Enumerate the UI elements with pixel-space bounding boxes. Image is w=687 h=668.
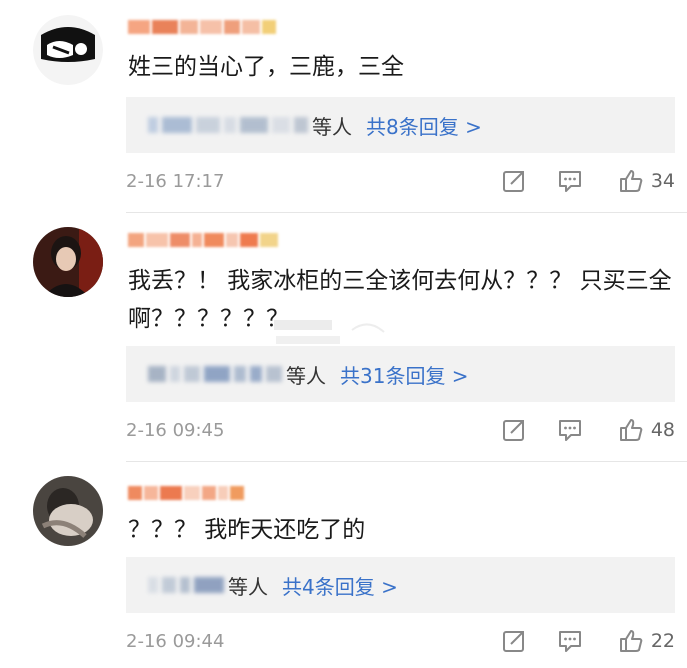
reply-preview[interactable]: 等人 共8条回复 > (126, 97, 675, 153)
divider (126, 461, 687, 462)
avatar[interactable] (33, 227, 103, 297)
like-count: 22 (650, 630, 675, 652)
like-button[interactable]: 48 (617, 416, 675, 444)
like-count: 48 (650, 419, 675, 441)
reply-suffix: 等人 (286, 363, 326, 388)
avatar[interactable] (33, 15, 103, 85)
view-replies-link[interactable]: 共31条回复 > (340, 360, 469, 389)
like-button[interactable]: 34 (617, 167, 675, 195)
timestamp: 2-16 17:17 (126, 171, 225, 192)
comment-text: ？？？ 我昨天还吃了的 (128, 517, 366, 543)
comment-footer: 2-16 09:45 48 (126, 416, 675, 446)
comment-footer: 2-16 09:44 22 (126, 627, 675, 657)
reply-preview[interactable]: 等人 共31条回复 > (126, 346, 675, 402)
like-count: 34 (650, 170, 675, 192)
comment-icon[interactable] (556, 416, 584, 444)
view-replies-link[interactable]: 共4条回复 > (282, 571, 398, 600)
username[interactable] (128, 14, 276, 40)
share-icon[interactable] (500, 416, 528, 444)
comment-icon[interactable] (556, 167, 584, 195)
timestamp: 2-16 09:45 (126, 420, 225, 441)
avatar[interactable] (33, 476, 103, 546)
like-icon (619, 170, 643, 192)
replier-names-blurred (148, 577, 224, 593)
replier-names-blurred (148, 117, 308, 133)
reply-suffix: 等人 (228, 574, 268, 599)
share-icon[interactable] (500, 627, 528, 655)
like-icon (619, 419, 643, 441)
like-button[interactable]: 22 (617, 627, 675, 655)
reply-preview[interactable]: 等人 共4条回复 > (126, 557, 675, 613)
like-icon (619, 630, 643, 652)
view-replies-link[interactable]: 共8条回复 > (366, 111, 482, 140)
comment-footer: 2-16 17:17 34 (126, 167, 675, 197)
username[interactable] (128, 227, 278, 253)
divider (126, 212, 687, 213)
reply-suffix: 等人 (312, 114, 352, 139)
replier-names-blurred (148, 366, 282, 382)
comment-text: 姓三的当心了，三鹿，三全 (128, 54, 404, 80)
comment-icon[interactable] (556, 627, 584, 655)
timestamp: 2-16 09:44 (126, 631, 225, 652)
username[interactable] (128, 480, 244, 506)
share-icon[interactable] (500, 167, 528, 195)
